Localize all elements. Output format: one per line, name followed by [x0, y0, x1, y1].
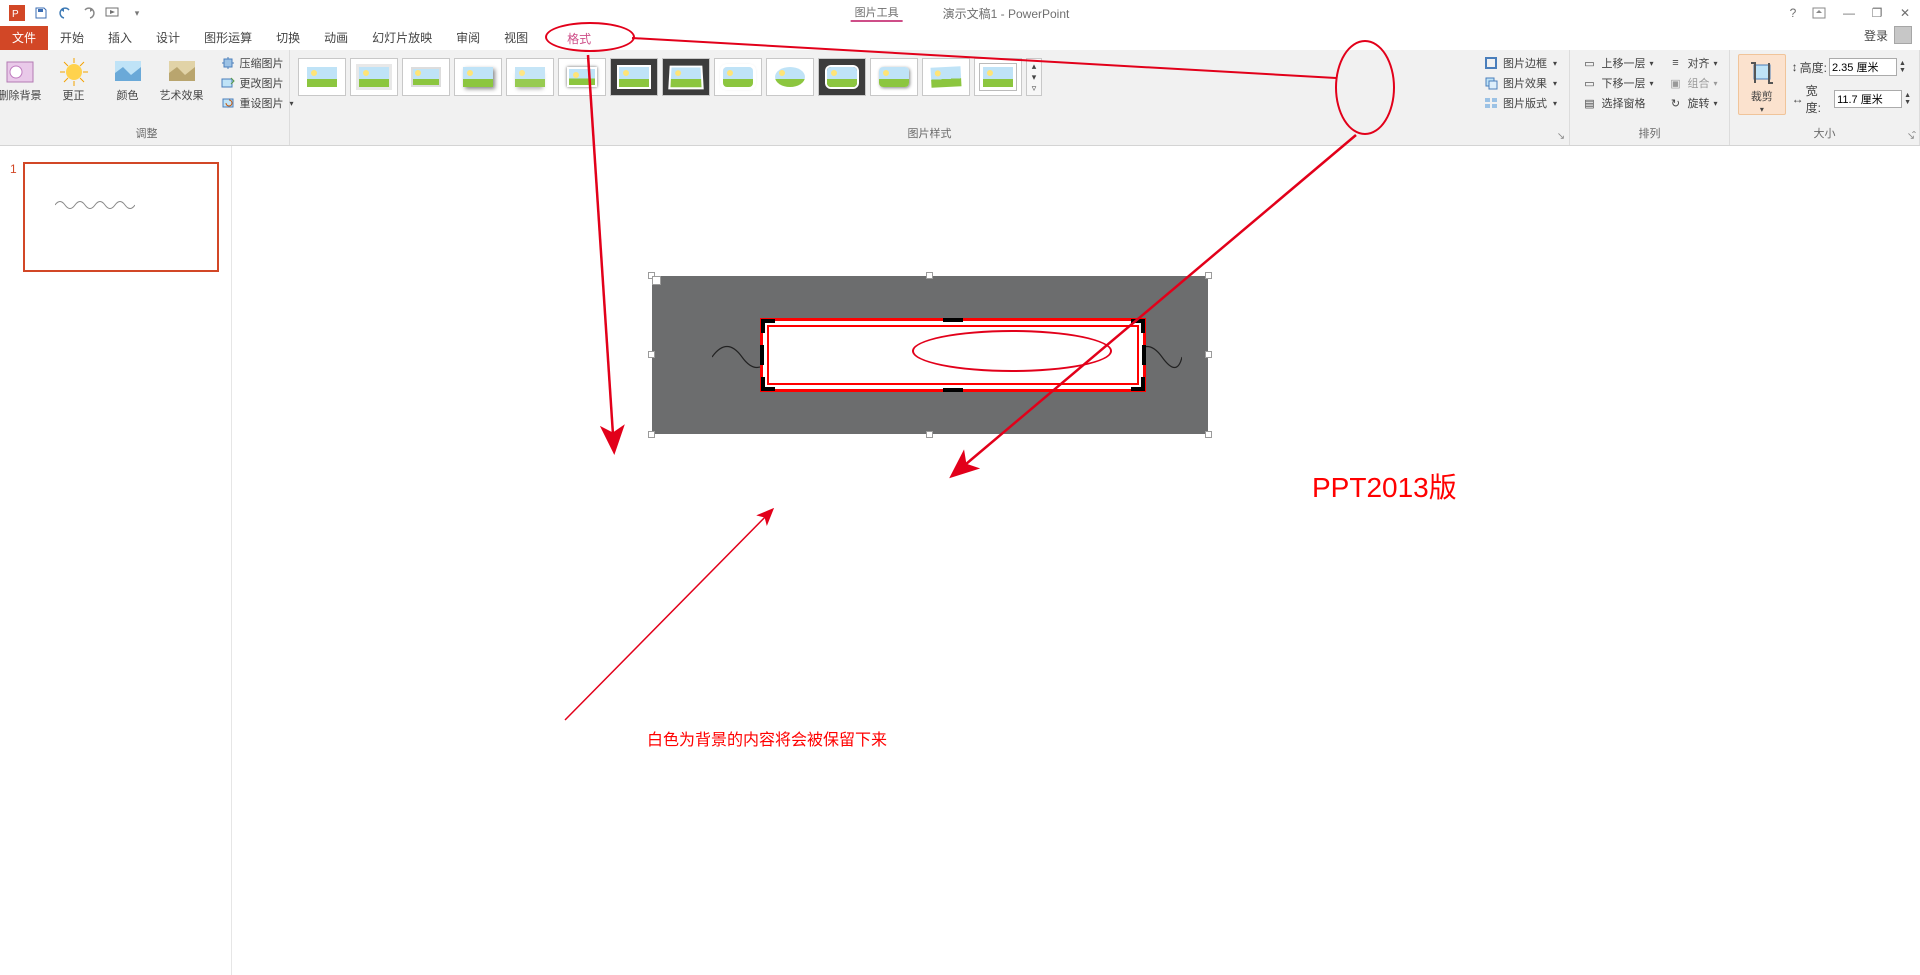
- minimize-button[interactable]: —: [1840, 6, 1858, 20]
- style-item[interactable]: [870, 58, 918, 96]
- tab-shape-calc[interactable]: 图形运算: [192, 26, 264, 50]
- title-bar: P ▾ 图片工具 演示文稿1 - PowerPoint ? — ❐ ✕: [0, 0, 1920, 26]
- style-item[interactable]: [922, 58, 970, 96]
- height-label: 高度:: [1800, 59, 1827, 76]
- tab-file[interactable]: 文件: [0, 26, 48, 50]
- undo-icon[interactable]: [54, 2, 76, 24]
- group-styles-label: 图片样式: [908, 123, 952, 143]
- annotation-version: PPT2013版: [1312, 466, 1457, 506]
- style-item[interactable]: [350, 58, 398, 96]
- sign-in[interactable]: 登录: [1864, 26, 1912, 44]
- picture-border-button[interactable]: 图片边框▾: [1479, 54, 1561, 72]
- qat-customize-icon[interactable]: ▾: [126, 2, 148, 24]
- tab-slideshow[interactable]: 幻灯片放映: [360, 26, 444, 50]
- picture-layout-button[interactable]: 图片版式▾: [1479, 94, 1561, 112]
- group-size-label: 大小: [1814, 123, 1836, 143]
- style-item[interactable]: [662, 58, 710, 96]
- group-arrange-label: 排列: [1639, 123, 1661, 143]
- style-item[interactable]: [818, 58, 866, 96]
- collapse-ribbon-icon[interactable]: ˆ: [1912, 129, 1916, 143]
- slideshow-from-start-icon[interactable]: [102, 2, 124, 24]
- slide-canvas[interactable]: 白色为背景的内容将会被保留下来 PPT2013版: [232, 146, 1920, 975]
- style-item[interactable]: [298, 58, 346, 96]
- width-input[interactable]: [1834, 90, 1902, 108]
- tab-format[interactable]: 格式: [554, 26, 604, 50]
- reset-picture-button[interactable]: 重设图片▾: [216, 94, 298, 112]
- annotation-caption: 白色为背景的内容将会被保留下来: [647, 726, 887, 750]
- style-item[interactable]: [558, 58, 606, 96]
- tab-view[interactable]: 视图: [492, 26, 540, 50]
- width-icon: ↔: [1792, 92, 1804, 106]
- save-icon[interactable]: [30, 2, 52, 24]
- crop-button[interactable]: 裁剪 ▾: [1738, 54, 1786, 115]
- tab-review[interactable]: 审阅: [444, 26, 492, 50]
- change-picture-button[interactable]: 更改图片: [216, 74, 298, 92]
- thumbnail-number: 1: [10, 162, 17, 272]
- document-title: 演示文稿1 - PowerPoint: [943, 5, 1070, 22]
- tab-insert[interactable]: 插入: [96, 26, 144, 50]
- group-arrange: ▭上移一层▾ ▭下移一层▾ ▤选择窗格 ≡对齐▾ ▣组合▾ ↻旋转▾ 排列: [1570, 50, 1730, 145]
- width-spin-up[interactable]: ▲: [1904, 92, 1911, 99]
- app-icon[interactable]: P: [6, 2, 28, 24]
- picture-effects-button[interactable]: 图片效果▾: [1479, 74, 1561, 92]
- ribbon: 删除背景 更正 颜色 艺术效果 压缩图片 更改图片 重设图片▾ 调整: [0, 50, 1920, 146]
- avatar-icon: [1894, 26, 1912, 44]
- thumbnail-wave-icon: [55, 198, 135, 212]
- corrections-button[interactable]: 更正: [50, 54, 98, 102]
- height-spin-down[interactable]: ▼: [1899, 67, 1906, 74]
- send-backward-button[interactable]: ▭下移一层▾: [1577, 74, 1657, 92]
- help-button[interactable]: ?: [1784, 6, 1802, 20]
- restore-button[interactable]: ❐: [1868, 6, 1886, 20]
- group-objects-button[interactable]: ▣组合▾: [1664, 74, 1722, 92]
- group-adjust: 删除背景 更正 颜色 艺术效果 压缩图片 更改图片 重设图片▾ 调整: [4, 50, 290, 145]
- style-item[interactable]: [974, 58, 1022, 96]
- slide-thumbnails-pane[interactable]: 1: [0, 146, 232, 975]
- ribbon-tabs: 文件 开始 插入 设计 图形运算 切换 动画 幻灯片放映 审阅 视图 格式 登录: [0, 26, 1920, 50]
- workspace: 1: [0, 146, 1920, 975]
- redo-icon[interactable]: [78, 2, 100, 24]
- width-label: 宽度:: [1806, 82, 1832, 116]
- selected-picture-object[interactable]: [652, 276, 1208, 434]
- bring-forward-button[interactable]: ▭上移一层▾: [1577, 54, 1657, 72]
- color-button[interactable]: 颜色: [104, 54, 152, 102]
- style-item[interactable]: [506, 58, 554, 96]
- annotation-center-ellipse: [912, 330, 1112, 372]
- style-item[interactable]: [454, 58, 502, 96]
- tab-design[interactable]: 设计: [144, 26, 192, 50]
- quick-access-toolbar: P ▾: [6, 2, 148, 24]
- style-item[interactable]: [402, 58, 450, 96]
- svg-text:P: P: [12, 9, 19, 20]
- tab-home[interactable]: 开始: [48, 26, 96, 50]
- group-picture-styles: ▴▾▿ 图片边框▾ 图片效果▾ 图片版式▾ 图片样式 ↘: [290, 50, 1570, 145]
- selection-pane-button[interactable]: ▤选择窗格: [1577, 94, 1657, 112]
- gallery-more-button[interactable]: ▴▾▿: [1026, 58, 1042, 96]
- artistic-effects-button[interactable]: 艺术效果: [158, 54, 206, 102]
- contextual-tool-label: 图片工具: [851, 4, 903, 22]
- compress-pictures-button[interactable]: 压缩图片: [216, 54, 298, 72]
- style-item[interactable]: [610, 58, 658, 96]
- width-spin-down[interactable]: ▼: [1904, 99, 1911, 106]
- group-adjust-label: 调整: [136, 123, 158, 143]
- close-button[interactable]: ✕: [1896, 6, 1914, 20]
- height-spin-up[interactable]: ▲: [1899, 60, 1906, 67]
- height-input[interactable]: [1829, 58, 1897, 76]
- styles-launcher-icon[interactable]: ↘: [1555, 131, 1567, 143]
- tab-transitions[interactable]: 切换: [264, 26, 312, 50]
- rotate-button[interactable]: ↻旋转▾: [1664, 94, 1722, 112]
- tab-animations[interactable]: 动画: [312, 26, 360, 50]
- group-size: 裁剪 ▾ ↕ 高度: ▲▼ ↔ 宽度: ▲▼ 大小 ↘: [1730, 50, 1920, 145]
- align-button[interactable]: ≡对齐▾: [1664, 54, 1722, 72]
- height-icon: ↕: [1792, 60, 1798, 74]
- sign-in-label: 登录: [1864, 27, 1888, 44]
- ribbon-display-options-button[interactable]: [1812, 7, 1830, 19]
- slide-thumbnail-1[interactable]: [23, 162, 219, 272]
- picture-styles-gallery[interactable]: ▴▾▿: [298, 54, 1467, 100]
- remove-background-button[interactable]: 删除背景: [0, 54, 44, 102]
- style-item[interactable]: [766, 58, 814, 96]
- style-item[interactable]: [714, 58, 762, 96]
